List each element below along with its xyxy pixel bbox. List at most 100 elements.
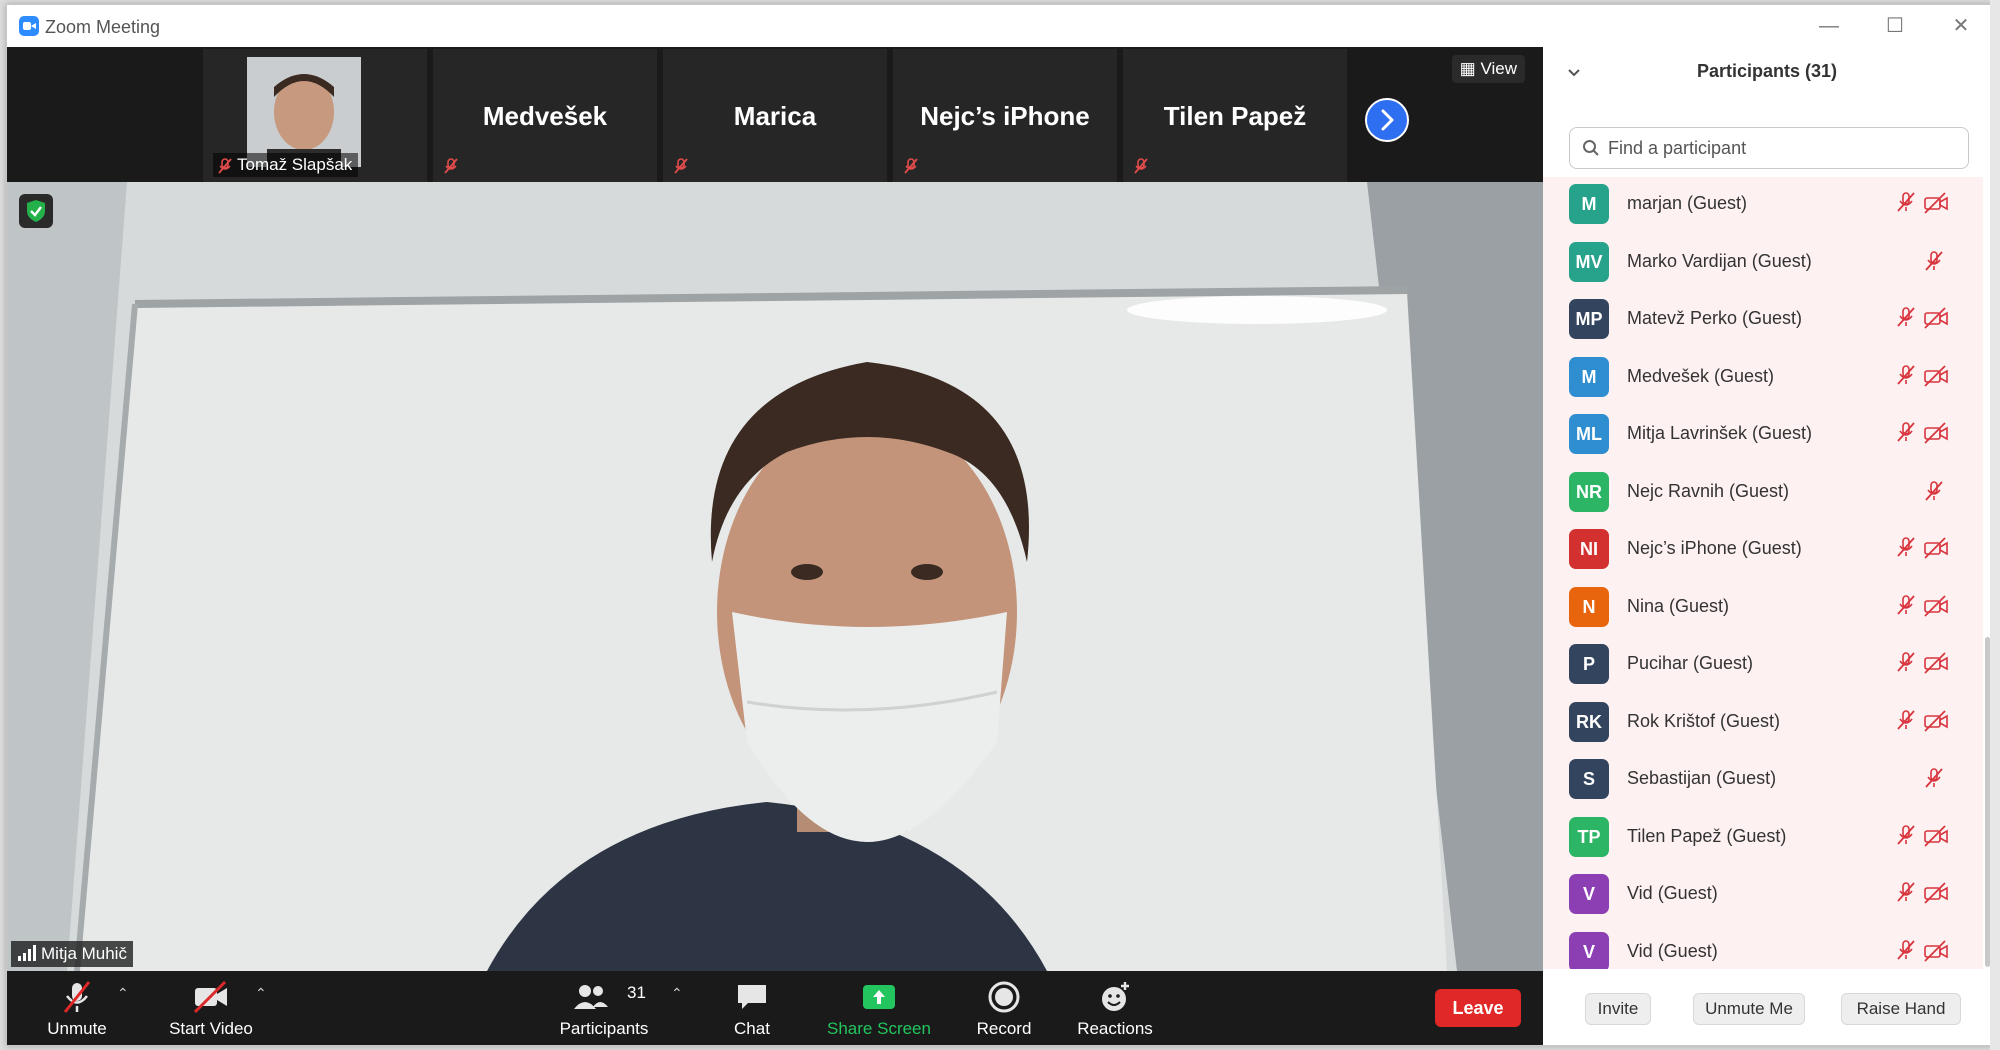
share-screen-button[interactable]: Share Screen bbox=[819, 977, 939, 1041]
participant-name-label: Tomaž Slapšak bbox=[213, 153, 359, 177]
participant-row[interactable]: NR Nejc Ravnih (Guest) bbox=[1543, 465, 1983, 522]
find-participant-input[interactable]: Find a participant bbox=[1569, 127, 1969, 169]
avatar: S bbox=[1569, 759, 1609, 799]
mic-muted-icon[interactable] bbox=[1895, 421, 1917, 448]
participants-options-chevron-icon[interactable]: ⌃ bbox=[671, 985, 683, 1002]
mic-muted-icon bbox=[674, 158, 688, 174]
tile-name-text: Medvešek bbox=[482, 101, 608, 131]
panel-title: Participants (31) bbox=[1696, 61, 1838, 81]
participant-name: Nejc Ravnih (Guest) bbox=[1627, 480, 1790, 501]
avatar: P bbox=[1569, 644, 1609, 684]
video-off-icon[interactable] bbox=[1923, 824, 1949, 852]
video-off-icon[interactable] bbox=[1923, 422, 1949, 449]
mic-muted-icon bbox=[904, 158, 918, 174]
close-button[interactable]: ✕ bbox=[1939, 11, 1983, 41]
participant-row[interactable]: V Vid (Guest) bbox=[1543, 925, 1983, 969]
avatar: M bbox=[1569, 356, 1609, 397]
mic-muted-icon bbox=[444, 158, 458, 174]
zoom-window: Zoom Meeting — ☐ ✕ Tomaž Slapšak Medveše… bbox=[6, 4, 1992, 1046]
participant-row[interactable]: N Nina (Guest) bbox=[1543, 580, 1983, 637]
participant-row[interactable]: NI Nejc’s iPhone (Guest) bbox=[1543, 522, 1983, 579]
participant-row[interactable]: P Pucihar (Guest) bbox=[1543, 637, 1983, 694]
leave-button[interactable]: Leave bbox=[1435, 989, 1521, 1027]
participant-row[interactable]: MP Matevž Perko (Guest) bbox=[1543, 292, 1983, 349]
participant-name: Rok Krištof (Guest) bbox=[1627, 710, 1781, 731]
video-off-icon[interactable] bbox=[1923, 307, 1949, 334]
avatar: RK bbox=[1569, 701, 1609, 742]
chevron-right-icon bbox=[1381, 109, 1394, 131]
security-shield-icon[interactable] bbox=[19, 194, 53, 228]
avatar: MP bbox=[1569, 299, 1609, 339]
view-button[interactable]: ▦ View bbox=[1451, 55, 1525, 83]
participants-button[interactable]: 31 Participants bbox=[549, 977, 659, 1041]
mic-muted-icon[interactable] bbox=[1895, 881, 1917, 908]
participant-name: Sebastijan (Guest) bbox=[1627, 768, 1777, 788]
participant-tile[interactable]: Tomaž Slapšak bbox=[203, 49, 427, 182]
mic-muted-icon[interactable] bbox=[1895, 651, 1917, 678]
participant-tile[interactable]: Marica bbox=[663, 49, 887, 182]
participant-row[interactable]: M Medvešek (Guest) bbox=[1543, 350, 1983, 407]
reactions-button[interactable]: Reactions bbox=[1065, 977, 1165, 1041]
mic-muted-icon[interactable] bbox=[1895, 824, 1917, 851]
unmute-button[interactable]: Unmute bbox=[27, 977, 127, 1041]
mic-muted-icon[interactable] bbox=[1923, 767, 1945, 794]
participant-row[interactable]: V Vid (Guest) bbox=[1543, 867, 1983, 924]
speaker-name-label: Mitja Muhič bbox=[11, 941, 133, 967]
mic-muted-icon[interactable] bbox=[1895, 191, 1917, 218]
tile-name-text: Tomaž Slapšak bbox=[237, 155, 353, 174]
mic-muted-icon[interactable] bbox=[1895, 536, 1917, 563]
video-off-icon[interactable] bbox=[1923, 192, 1949, 219]
panel-header: Participants (31) bbox=[1543, 47, 1991, 97]
participant-tile[interactable]: Medvešek bbox=[433, 49, 657, 182]
audio-options-chevron-icon[interactable]: ⌃ bbox=[117, 985, 129, 1002]
video-off-icon[interactable] bbox=[1923, 882, 1949, 909]
mic-muted-icon[interactable] bbox=[1923, 480, 1945, 507]
video-off-icon[interactable] bbox=[1923, 939, 1949, 967]
signal-strength-icon bbox=[18, 945, 36, 961]
video-off-icon[interactable] bbox=[1923, 594, 1949, 622]
title-bar: Zoom Meeting — ☐ ✕ bbox=[7, 5, 1991, 47]
participant-name: Nina (Guest) bbox=[1627, 595, 1730, 616]
avatar: V bbox=[1569, 874, 1609, 914]
mic-muted-icon[interactable] bbox=[1895, 939, 1917, 966]
share-screen-icon bbox=[863, 985, 895, 1009]
raise-hand-button[interactable]: Raise Hand bbox=[1841, 993, 1961, 1025]
tile-name-text: Tilen Papež bbox=[1163, 101, 1307, 131]
participant-row[interactable]: S Sebastijan (Guest) bbox=[1543, 752, 1983, 809]
participant-tile[interactable]: Nejc’s iPhone bbox=[893, 49, 1117, 182]
mic-muted-icon[interactable] bbox=[1895, 709, 1917, 736]
mic-muted-icon[interactable] bbox=[1895, 306, 1917, 333]
video-options-chevron-icon[interactable]: ⌃ bbox=[255, 985, 267, 1002]
participant-row[interactable]: MV Marko Vardijan (Guest) bbox=[1543, 235, 1983, 292]
reactions-label: Reactions bbox=[1077, 1019, 1153, 1038]
mic-muted-icon[interactable] bbox=[1923, 250, 1945, 277]
participants-count: 31 bbox=[627, 983, 646, 1002]
avatar: N bbox=[1569, 586, 1609, 627]
video-off-icon[interactable] bbox=[1923, 537, 1949, 564]
participant-row[interactable]: TP Tilen Papež (Guest) bbox=[1543, 810, 1983, 867]
video-off-icon bbox=[193, 980, 227, 1014]
video-off-icon[interactable] bbox=[1923, 709, 1949, 737]
chat-button[interactable]: Chat bbox=[707, 977, 797, 1041]
start-video-button[interactable]: Start Video bbox=[153, 977, 269, 1041]
minimize-button[interactable]: — bbox=[1807, 11, 1851, 41]
video-off-icon[interactable] bbox=[1923, 652, 1949, 679]
next-page-button[interactable] bbox=[1365, 98, 1409, 142]
record-button[interactable]: Record bbox=[959, 977, 1049, 1041]
desktop-background bbox=[1990, 0, 2000, 1050]
video-off-icon[interactable] bbox=[1923, 364, 1949, 392]
grid-icon: ▦ bbox=[1459, 59, 1476, 78]
invite-button[interactable]: Invite bbox=[1585, 993, 1651, 1025]
participant-row[interactable]: ML Mitja Lavrinšek (Guest) bbox=[1543, 407, 1983, 464]
participant-row[interactable]: Mmarjan (Guest) bbox=[1543, 177, 1983, 234]
participant-tile[interactable]: Tilen Papež bbox=[1123, 49, 1347, 182]
mic-muted-icon[interactable] bbox=[1895, 364, 1917, 391]
search-placeholder: Find a participant bbox=[1608, 138, 1747, 158]
participant-row[interactable]: RK Rok Krištof (Guest) bbox=[1543, 695, 1983, 752]
participants-icon bbox=[573, 985, 608, 1009]
mic-muted-icon[interactable] bbox=[1895, 594, 1917, 621]
maximize-button[interactable]: ☐ bbox=[1873, 11, 1917, 41]
record-label: Record bbox=[976, 1019, 1032, 1038]
unmute-me-button[interactable]: Unmute Me bbox=[1693, 993, 1805, 1025]
smiley-icon bbox=[1102, 982, 1129, 1011]
